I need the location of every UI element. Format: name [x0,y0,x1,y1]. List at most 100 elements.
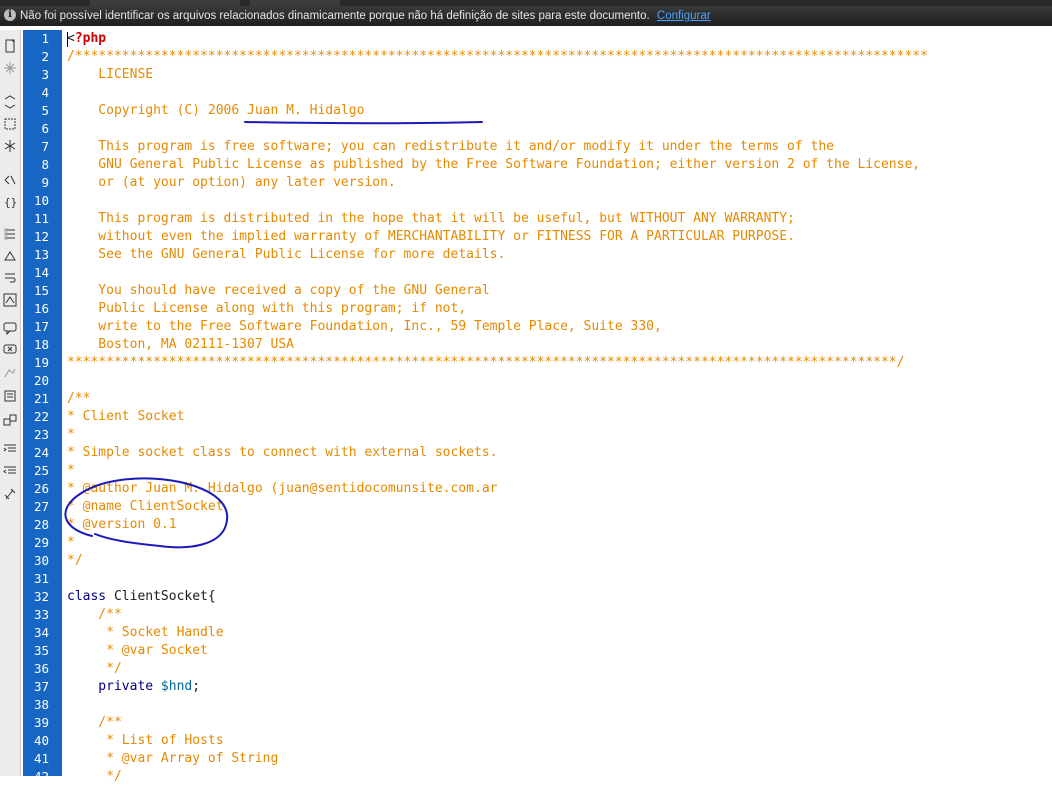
format-source-icon[interactable] [2,486,18,502]
code-line[interactable]: * @author Juan M. Hidalgo (juan@sentidoc… [67,480,497,498]
line-number[interactable]: 8 [23,156,49,174]
line-number[interactable]: 36 [23,660,49,678]
remove-comment-icon[interactable] [2,342,18,358]
line-number[interactable]: 5 [23,102,49,120]
code-line[interactable]: <?php [67,30,106,48]
line-number[interactable]: 22 [23,408,49,426]
recent-snippets-icon[interactable] [2,388,18,404]
configure-link[interactable]: Configurar [657,10,711,22]
code-line[interactable]: Copyright (C) 2006 Juan M. Hidalgo [67,102,364,120]
code-line[interactable]: * [67,534,75,552]
code-line[interactable]: * @name ClientSocket [67,498,224,516]
code-line[interactable]: /***************************************… [67,48,928,66]
line-number[interactable]: 42 [23,768,49,786]
line-number[interactable]: 34 [23,624,49,642]
line-number[interactable]: 19 [23,354,49,372]
wrap-tag-icon[interactable] [2,366,18,382]
code-line[interactable]: * [67,426,75,444]
line-number[interactable]: 39 [23,714,49,732]
code-line[interactable]: */ [67,552,83,570]
code-line[interactable]: * @var Socket [67,642,208,660]
line-number[interactable]: 18 [23,336,49,354]
move-css-icon[interactable] [2,412,18,428]
line-number[interactable]: 27 [23,498,49,516]
line-number[interactable]: 10 [23,192,49,210]
line-number[interactable]: 26 [23,480,49,498]
code-line[interactable]: or (at your option) any later version. [67,174,395,192]
line-number[interactable]: 30 [23,552,49,570]
line-number[interactable]: 23 [23,426,49,444]
code-line[interactable]: */ [67,768,122,786]
word-wrap-icon[interactable] [2,270,18,286]
line-number[interactable]: 14 [23,264,49,282]
line-number[interactable]: 4 [23,84,49,102]
line-number[interactable]: 13 [23,246,49,264]
collapse-selection-icon[interactable] [2,116,18,132]
code-line[interactable]: write to the Free Software Foundation, I… [67,318,662,336]
line-number[interactable]: 15 [23,282,49,300]
outdent-icon[interactable] [2,462,18,478]
line-number[interactable]: 17 [23,318,49,336]
code-line[interactable]: private $hnd; [67,678,200,696]
code-token: ****************************************… [67,355,905,370]
code-line[interactable]: * List of Hosts [67,732,223,750]
line-number[interactable]: 9 [23,174,49,192]
select-parent-tag-icon[interactable] [2,172,18,188]
code-line[interactable]: Public License along with this program; … [67,300,466,318]
syntax-coloring-icon[interactable] [2,292,18,308]
collapse-icon[interactable] [2,60,18,76]
line-number[interactable]: 40 [23,732,49,750]
code-line[interactable]: GNU General Public License as published … [67,156,920,174]
line-number[interactable]: 32 [23,588,49,606]
line-number[interactable]: 21 [23,390,49,408]
line-number[interactable]: 38 [23,696,49,714]
line-number[interactable]: 16 [23,300,49,318]
line-number[interactable]: 31 [23,570,49,588]
apply-comment-icon[interactable] [2,320,18,336]
expand-selection-icon[interactable] [2,94,18,110]
code-line[interactable]: This program is distributed in the hope … [67,210,795,228]
code-line[interactable]: * @var Array of String [67,750,278,768]
code-line[interactable]: Boston, MA 02111-1307 USA [67,336,294,354]
line-number[interactable]: 12 [23,228,49,246]
line-number[interactable]: 33 [23,606,49,624]
balance-braces-icon[interactable]: {} [2,194,18,210]
line-number[interactable]: 3 [23,66,49,84]
code-line[interactable]: You should have received a copy of the G… [67,282,489,300]
line-number[interactable]: 24 [23,444,49,462]
line-number[interactable]: 37 [23,678,49,696]
code-line[interactable]: without even the implied warranty of MER… [67,228,795,246]
line-number[interactable]: 28 [23,516,49,534]
code-line[interactable]: * Simple socket class to connect with ex… [67,444,497,462]
line-number[interactable]: 20 [23,372,49,390]
line-number[interactable]: 29 [23,534,49,552]
line-numbers-icon[interactable] [2,226,18,242]
code-line[interactable]: This program is free software; you can r… [67,138,834,156]
line-number[interactable]: 7 [23,138,49,156]
code-view[interactable]: <?php/**********************************… [67,30,1052,784]
code-line[interactable]: * Client Socket [67,408,184,426]
highlight-invalid-code-icon[interactable] [2,248,18,264]
indent-icon[interactable] [2,440,18,456]
line-number[interactable]: 35 [23,642,49,660]
line-number[interactable]: 41 [23,750,49,768]
code-line[interactable]: /** [67,606,122,624]
code-line[interactable]: LICENSE [67,66,153,84]
code-line[interactable]: */ [67,660,122,678]
line-number[interactable]: 1 [23,30,49,48]
code-line[interactable]: class ClientSocket{ [67,588,216,606]
code-line[interactable]: /** [67,390,90,408]
code-line[interactable]: * [67,462,75,480]
code-line[interactable]: * @version 0.1 [67,516,177,534]
code-line[interactable]: ****************************************… [67,354,904,372]
line-number[interactable]: 6 [23,120,49,138]
code-line[interactable]: /** [67,714,122,732]
line-number[interactable]: 2 [23,48,49,66]
code-line[interactable]: * Socket Handle [67,624,223,642]
code-line[interactable]: See the GNU General Public License for m… [67,246,505,264]
expand-all-icon[interactable] [2,138,18,154]
line-number[interactable]: 11 [23,210,49,228]
open-document-icon[interactable] [2,38,18,54]
line-number[interactable]: 25 [23,462,49,480]
text-cursor [67,32,68,47]
